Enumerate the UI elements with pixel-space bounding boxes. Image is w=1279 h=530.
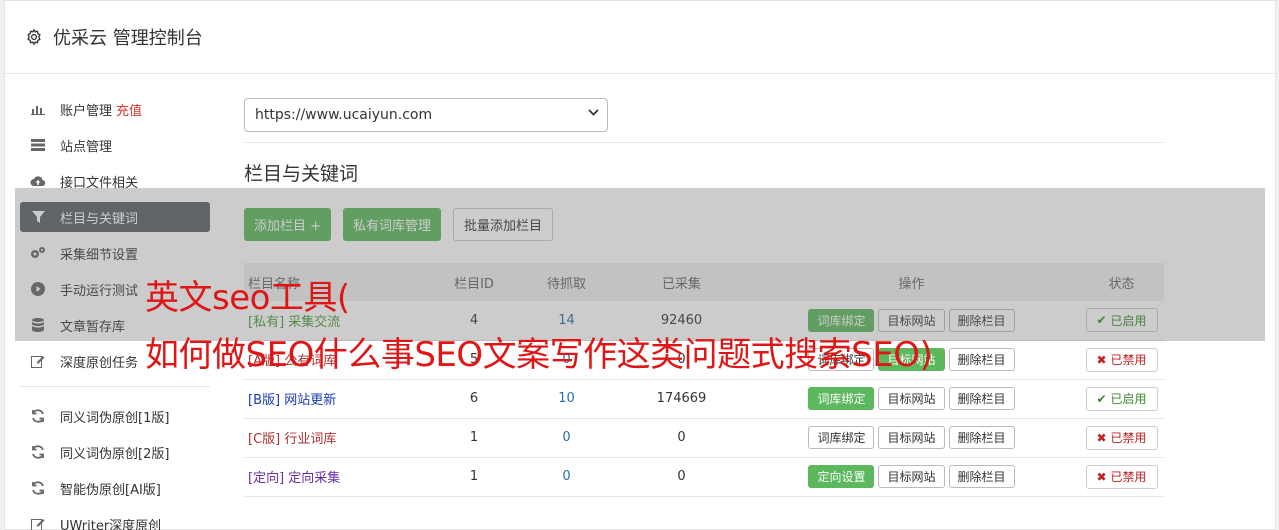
page-title: 优采云 管理控制台 (53, 28, 203, 49)
sidebar-item-label: 站点管理 (60, 139, 113, 155)
collected-count: 0 (677, 469, 686, 484)
cloud-upload-icon (30, 173, 46, 189)
column-tag: [定向] (248, 471, 285, 486)
status-cell: ✖ 已禁用 (1079, 340, 1164, 379)
watermark-line-2: 如何做SEO什么事SEO文案写作这类问题式搜索SEO) (145, 335, 933, 375)
refresh-icon (30, 480, 46, 496)
site-select[interactable]: https://www.ucaiyun.com (244, 98, 608, 132)
status-toggle[interactable]: ✖ 已禁用 (1085, 425, 1158, 450)
collected-count: 0 (677, 430, 686, 445)
status-cell: ✖ 已禁用 (1079, 418, 1164, 457)
sidebar-item-label: 智能伪原创[AI版] (60, 482, 161, 498)
pending-count: 0 (562, 430, 571, 445)
status-toggle[interactable]: ✖ 已禁用 (1085, 347, 1158, 372)
section-title: 栏目与关键词 (244, 163, 359, 185)
delete-column-button[interactable]: 删除栏目 (948, 348, 1015, 371)
edit-icon (30, 516, 46, 530)
column-id: 1 (469, 469, 479, 484)
ops-cell: 词库绑定 目标网站 删除栏目 (744, 418, 1079, 457)
table-row: [定向] 定向采集 1 0 0 定向设置 目标网站 删除栏目 ✖ 已禁用 (244, 457, 1164, 496)
sidebar-item-synonym-1[interactable]: 同义词伪原创[1版] (20, 401, 210, 431)
column-name: 定向采集 (288, 471, 341, 486)
delete-column-button[interactable]: 删除栏目 (948, 387, 1015, 410)
pending-count: 10 (558, 391, 575, 406)
chevron-down-icon (588, 108, 599, 119)
column-name-cell[interactable]: [定向] 定向采集 (244, 457, 434, 496)
sidebar-divider (20, 386, 210, 387)
sidebar-item-label: 同义词伪原创[1版] (60, 410, 170, 426)
sidebar-item-label: 深度原创任务 (60, 355, 139, 371)
collected-count: 174669 (656, 391, 707, 406)
column-name: 网站更新 (284, 393, 337, 408)
table-row: [B版] 网站更新 6 10 174669 词库绑定 目标网站 删除栏目 ✔ 已… (244, 379, 1164, 418)
server-icon (30, 137, 46, 153)
refresh-icon (30, 408, 46, 424)
column-id: 6 (469, 391, 479, 406)
column-name-cell[interactable]: [B版] 网站更新 (244, 379, 434, 418)
column-name-cell[interactable]: [C版] 行业词库 (244, 418, 434, 457)
sidebar-item-sites[interactable]: 站点管理 (20, 130, 210, 160)
status-cell: ✔ 已启用 (1079, 379, 1164, 418)
ops-cell: 词库绑定 目标网站 删除栏目 (744, 379, 1079, 418)
recharge-link[interactable]: 充值 (116, 100, 142, 119)
site-select-value: https://www.ucaiyun.com (255, 107, 433, 123)
target-site-button[interactable]: 目标网站 (878, 426, 945, 449)
status-label: 已禁用 (1110, 431, 1147, 445)
refresh-icon (30, 444, 46, 460)
pending-count: 0 (562, 469, 571, 484)
x-icon: ✖ (1096, 469, 1107, 484)
status-toggle[interactable]: ✖ 已禁用 (1085, 464, 1158, 489)
gear-icon (27, 28, 41, 46)
table-row: [C版] 行业词库 1 0 0 词库绑定 目标网站 删除栏目 ✖ 已禁用 (244, 418, 1164, 457)
column-tag: [C版] (248, 432, 281, 447)
bar-chart-icon (30, 101, 46, 117)
delete-column-button[interactable]: 删除栏目 (948, 426, 1015, 449)
column-name: 行业词库 (284, 432, 337, 447)
column-tag: [B版] (248, 393, 281, 408)
bind-lib-button[interactable]: 词库绑定 (808, 426, 875, 449)
target-site-button[interactable]: 目标网站 (878, 465, 945, 488)
watermark-line-1: 英文seo工具( (145, 278, 350, 318)
x-icon: ✖ (1096, 430, 1107, 445)
sidebar-item-synonym-2[interactable]: 同义词伪原创[2版] (20, 437, 210, 467)
status-label: 已禁用 (1110, 470, 1147, 484)
edit-icon (30, 353, 46, 369)
header: 优采云 管理控制台 (5, 1, 1275, 74)
status-label: 已禁用 (1110, 353, 1147, 367)
sidebar-item-label: 同义词伪原创[2版] (60, 446, 170, 462)
x-icon: ✖ (1096, 352, 1107, 367)
bind-lib-button[interactable]: 词库绑定 (808, 387, 875, 410)
sidebar-item-ai-original[interactable]: 智能伪原创[AI版] (20, 473, 210, 503)
check-icon: ✔ (1096, 391, 1107, 406)
ops-cell: 定向设置 目标网站 删除栏目 (744, 457, 1079, 496)
sidebar-item-label: 账户管理 (60, 103, 113, 119)
directed-settings-button[interactable]: 定向设置 (808, 465, 875, 488)
column-id: 1 (469, 430, 479, 445)
status-toggle[interactable]: ✔ 已启用 (1085, 386, 1158, 411)
status-label: 已启用 (1110, 392, 1147, 406)
sidebar-item-account[interactable]: 账户管理 充值 (20, 94, 210, 124)
sidebar-item-uwriter[interactable]: UWriter深度原创 (20, 509, 210, 530)
divider (244, 142, 1164, 143)
delete-column-button[interactable]: 删除栏目 (948, 465, 1015, 488)
sidebar-item-label: UWriter深度原创 (60, 518, 162, 530)
status-cell: ✖ 已禁用 (1079, 457, 1164, 496)
target-site-button[interactable]: 目标网站 (878, 387, 945, 410)
